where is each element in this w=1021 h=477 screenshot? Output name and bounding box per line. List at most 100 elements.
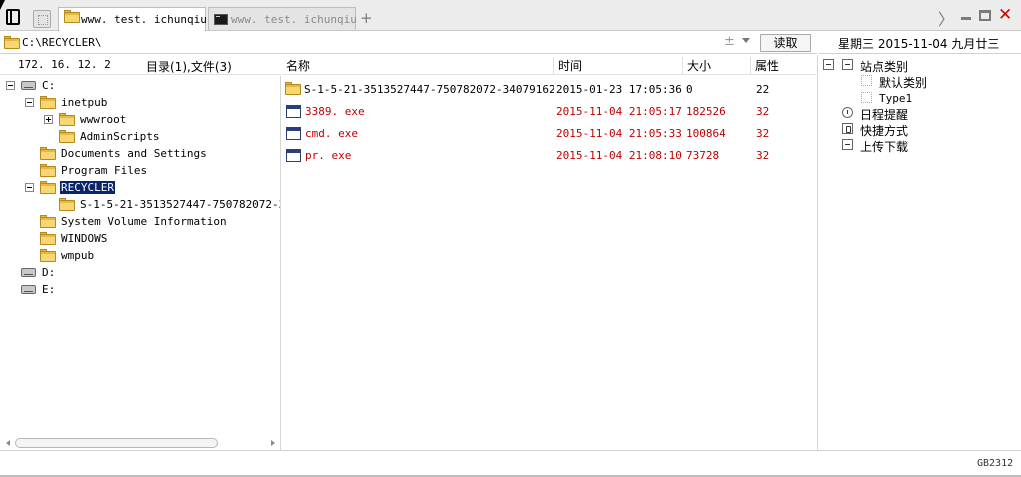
tab-strip: www. test. ichunqiu www. test. ichunqiu …: [0, 0, 1021, 31]
date-bar: 星期三 2015-11-04 九月廿三: [819, 32, 1021, 54]
tab-label: www. test. ichunqiu: [231, 13, 357, 26]
table-row[interactable]: S-1-5-21-3513527447-750782072-34079162..…: [282, 79, 818, 101]
drive-icon: [21, 268, 36, 277]
tree-node-wmpub[interactable]: wmpub: [0, 247, 280, 264]
minimize-icon[interactable]: [961, 17, 971, 20]
tab-label: www. test. ichunqiu: [81, 13, 207, 26]
folder-icon: [64, 10, 80, 23]
transfer-icon: [842, 139, 853, 150]
executable-icon: [286, 149, 301, 162]
right-panel: 星期三 2015-11-04 九月廿三 站点类别 默认类别 Type1 日程提醒…: [819, 32, 1021, 450]
tree-node-inetpub[interactable]: inetpub: [0, 94, 280, 111]
tree-node-adminscripts[interactable]: AdminScripts: [0, 128, 280, 145]
tree-node-wwwroot[interactable]: wwwroot: [0, 111, 280, 128]
collapse-icon[interactable]: [25, 98, 34, 107]
folder-icon: [40, 96, 56, 109]
tree-node-system-volume-information[interactable]: System Volume Information: [0, 213, 280, 230]
tree-horizontal-scrollbar[interactable]: [0, 437, 280, 450]
blank-page-icon[interactable]: [33, 10, 51, 28]
folder-icon: [59, 130, 75, 143]
tree-label: wwwroot: [80, 113, 127, 126]
tree-node-shortcuts[interactable]: 快捷方式: [823, 121, 1019, 138]
file-time: 2015-01-23 17:05:36: [556, 83, 682, 96]
expand-icon[interactable]: [44, 115, 53, 124]
add-bookmark-button[interactable]: ±: [724, 34, 735, 49]
drive-icon: [21, 81, 36, 90]
mouse-cursor-icon: [0, 0, 5, 10]
collapse-icon[interactable]: [823, 59, 834, 70]
file-size: 0: [686, 83, 693, 96]
executable-icon: [286, 127, 301, 140]
file-name: S-1-5-21-3513527447-750782072-34079162..…: [304, 83, 554, 96]
collapse-icon[interactable]: [25, 183, 34, 192]
category-icon: [861, 75, 872, 86]
tree-label: 上传下载: [860, 140, 909, 154]
file-time: 2015-11-04 21:05:17: [556, 105, 682, 118]
file-attr: 32: [756, 127, 770, 140]
sidebar-toggle-icon[interactable]: [6, 9, 20, 25]
column-header-attr[interactable]: 属性: [751, 57, 818, 74]
tree-label-selected: RECYCLER: [60, 181, 115, 194]
tree-node-c-drive[interactable]: C:: [0, 77, 280, 94]
folder-icon: [59, 198, 75, 211]
tree-node-site-categories[interactable]: 站点类别: [823, 57, 1019, 74]
category-icon: [861, 92, 872, 103]
folder-icon: [40, 147, 56, 160]
tree-node-windows[interactable]: WINDOWS: [0, 230, 280, 247]
table-row[interactable]: cmd. exe 2015-11-04 21:05:33 100864 32: [282, 123, 818, 145]
file-size: 73728: [686, 149, 720, 162]
executable-icon: [286, 105, 301, 118]
read-button[interactable]: 读取: [760, 34, 811, 52]
tree-label: AdminScripts: [80, 130, 160, 143]
table-row[interactable]: pr. exe 2015-11-04 21:08:10 73728 32: [282, 145, 818, 167]
server-ip: 172. 16. 12. 2: [18, 58, 111, 71]
tab-terminal[interactable]: www. test. ichunqiu: [208, 7, 357, 30]
chevron-down-icon[interactable]: [742, 38, 750, 43]
file-list: 名称 时间 大小 属性 S-1-5-21-3513527447-75078207…: [282, 55, 818, 450]
tree-label: System Volume Information: [61, 215, 227, 228]
scrollbar-thumb[interactable]: [15, 438, 218, 448]
tree-node-type1[interactable]: Type1: [823, 90, 1019, 106]
tree-node-recycler[interactable]: RECYCLER: [0, 179, 280, 196]
scroll-right-icon[interactable]: [271, 440, 275, 446]
column-header-time[interactable]: 时间: [554, 57, 683, 74]
hand-icon: [842, 123, 853, 134]
tab-file-manager[interactable]: www. test. ichunqiu: [58, 7, 207, 31]
collapse-icon[interactable]: [6, 81, 15, 90]
encoding-indicator[interactable]: GB2312: [977, 458, 1013, 469]
folder-icon: [40, 164, 56, 177]
drive-icon: [21, 285, 36, 294]
column-header-name[interactable]: 名称: [282, 57, 554, 74]
tree-node-default-category[interactable]: 默认类别: [823, 73, 1019, 90]
tree-node-upload-download[interactable]: 上传下载: [823, 137, 1019, 154]
maximize-icon[interactable]: [979, 10, 991, 21]
tree-label: WINDOWS: [61, 232, 108, 245]
tree-label: C:: [42, 79, 56, 92]
tree-node-sid-folder[interactable]: S-1-5-21-3513527447-750782072-340791: [0, 196, 280, 213]
tree-label: 默认类别: [879, 76, 928, 90]
clock-icon: [842, 107, 853, 118]
connection-status: 172. 16. 12. 2 目录(1),文件(3): [0, 55, 281, 75]
new-tab-button[interactable]: +: [360, 9, 373, 27]
tree-label: inetpub: [61, 96, 108, 109]
tree-label: E:: [42, 283, 56, 296]
scroll-left-icon[interactable]: [6, 440, 10, 446]
tree-label: Documents and Settings: [61, 147, 207, 160]
tree-node-program-files[interactable]: Program Files: [0, 162, 280, 179]
tree-node-schedule[interactable]: 日程提醒: [823, 105, 1019, 122]
file-size: 100864: [686, 127, 726, 140]
file-name: 3389. exe: [305, 105, 365, 118]
file-time: 2015-11-04 21:08:10: [556, 149, 682, 162]
table-row[interactable]: 3389. exe 2015-11-04 21:05:17 182526 32: [282, 101, 818, 123]
close-icon[interactable]: ✕: [998, 5, 1012, 25]
folder-icon: [59, 113, 75, 126]
next-arrow-icon[interactable]: 〉: [938, 6, 954, 30]
path-input[interactable]: C:\RECYCLER\: [22, 36, 101, 49]
tree-node-d-drive[interactable]: D:: [0, 264, 280, 281]
tree-node-e-drive[interactable]: E:: [0, 281, 280, 298]
tree-node-documents-and-settings[interactable]: Documents and Settings: [0, 145, 280, 162]
tree-label: S-1-5-21-3513527447-750782072-340791: [80, 198, 280, 211]
tree-label: wmpub: [61, 249, 95, 262]
column-header-size[interactable]: 大小: [683, 57, 751, 74]
tree-label: D:: [42, 266, 56, 279]
